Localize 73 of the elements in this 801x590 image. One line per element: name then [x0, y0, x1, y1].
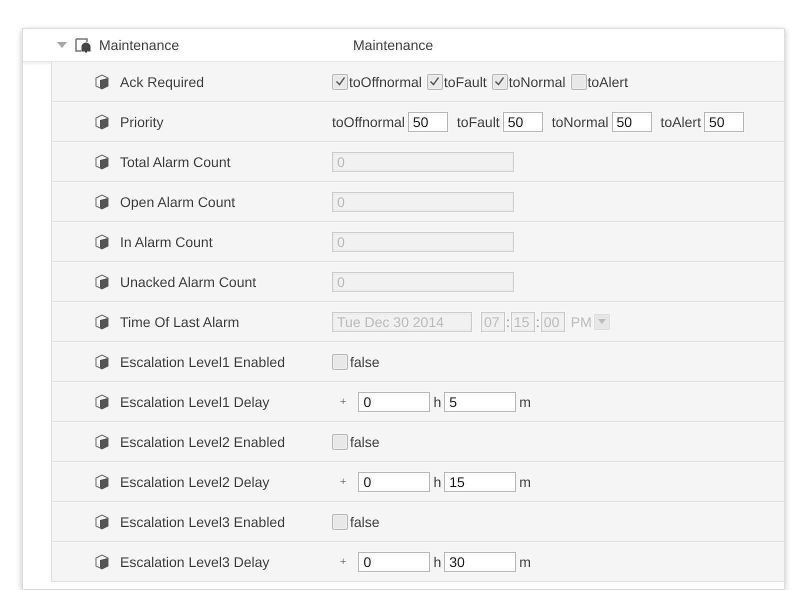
- sign-label: +: [340, 396, 346, 408]
- priority-field[interactable]: 50: [408, 112, 448, 132]
- field-label: toAlert: [660, 114, 701, 130]
- sign-label: +: [340, 476, 346, 488]
- property-label: Total Alarm Count: [120, 154, 230, 170]
- checkbox[interactable]: [332, 514, 348, 530]
- property-label: Time Of Last Alarm: [120, 314, 240, 330]
- property-label: Escalation Level1 Enabled: [120, 354, 286, 370]
- checkmark-icon: [494, 76, 506, 87]
- property-label: Ack Required: [120, 74, 204, 90]
- checkbox[interactable]: [332, 354, 348, 370]
- property-label: Unacked Alarm Count: [120, 274, 256, 290]
- time-separator: :: [534, 314, 541, 330]
- hours-field[interactable]: 0: [358, 392, 430, 412]
- checkbox[interactable]: [332, 434, 348, 450]
- hours-field[interactable]: 0: [358, 472, 430, 492]
- checkbox-label: false: [350, 354, 380, 370]
- cube-icon: [94, 234, 110, 250]
- property-label: Open Alarm Count: [120, 194, 236, 210]
- checkbox[interactable]: [426, 74, 443, 90]
- field-label: toFault: [456, 114, 500, 130]
- unit-label: h: [433, 554, 442, 570]
- checkbox-label: toAlert: [588, 74, 628, 90]
- component-name: Maintenance: [99, 37, 180, 53]
- minutes-field[interactable]: 15: [444, 472, 516, 492]
- property-label: Escalation Level1 Delay: [120, 394, 270, 410]
- property-label: In Alarm Count: [120, 234, 213, 250]
- cube-icon: [94, 474, 110, 490]
- unit-label: m: [519, 394, 531, 410]
- unit-label: h: [433, 474, 442, 490]
- minutes-field[interactable]: 30: [444, 552, 516, 572]
- collapse-caret-icon[interactable]: [57, 41, 67, 49]
- cube-icon: [94, 314, 110, 330]
- unit-label: m: [519, 474, 531, 490]
- cube-icon: [94, 434, 110, 450]
- checkbox[interactable]: [570, 74, 586, 90]
- property-label: Escalation Level3 Enabled: [120, 514, 286, 530]
- checkbox-label: false: [350, 514, 380, 530]
- field-label: toOffnormal: [332, 114, 405, 130]
- checkbox-label: toFault: [444, 74, 487, 90]
- hours-field[interactable]: 0: [358, 552, 430, 572]
- component-type: Maintenance: [353, 37, 434, 53]
- checkbox-label: false: [350, 434, 380, 450]
- minutes-field[interactable]: 5: [444, 392, 516, 412]
- field-label: toNormal: [552, 114, 608, 130]
- cube-icon: [94, 114, 110, 130]
- unit-label: h: [433, 394, 442, 410]
- priority-field[interactable]: 50: [704, 112, 744, 132]
- cube-icon: [94, 274, 110, 290]
- time-separator: :: [505, 314, 511, 330]
- property-label: Escalation Level2 Enabled: [120, 434, 286, 450]
- cube-icon: [94, 74, 110, 90]
- cube-icon: [94, 154, 110, 170]
- priority-field[interactable]: 50: [612, 112, 652, 132]
- property-label: Priority: [120, 114, 164, 130]
- cube-icon: [94, 514, 110, 530]
- unit-label: m: [519, 554, 531, 570]
- am-pm-label: PM: [570, 314, 592, 330]
- cube-icon: [94, 354, 110, 370]
- checkmark-icon: [334, 76, 346, 87]
- alarm-folder-icon: [75, 37, 91, 53]
- priority-field[interactable]: 50: [502, 112, 543, 132]
- checkmark-icon: [429, 76, 440, 87]
- property-label: Escalation Level3 Delay: [120, 554, 270, 570]
- cube-icon: [94, 194, 110, 210]
- property-label: Escalation Level2 Delay: [120, 474, 270, 490]
- cube-icon: [94, 554, 110, 570]
- cube-icon: [94, 394, 110, 410]
- checkbox-label: toNormal: [508, 74, 566, 90]
- checkbox-label: toOffnormal: [349, 74, 422, 90]
- sign-label: +: [340, 556, 346, 568]
- checkbox[interactable]: [492, 74, 508, 90]
- checkbox[interactable]: [332, 74, 348, 90]
